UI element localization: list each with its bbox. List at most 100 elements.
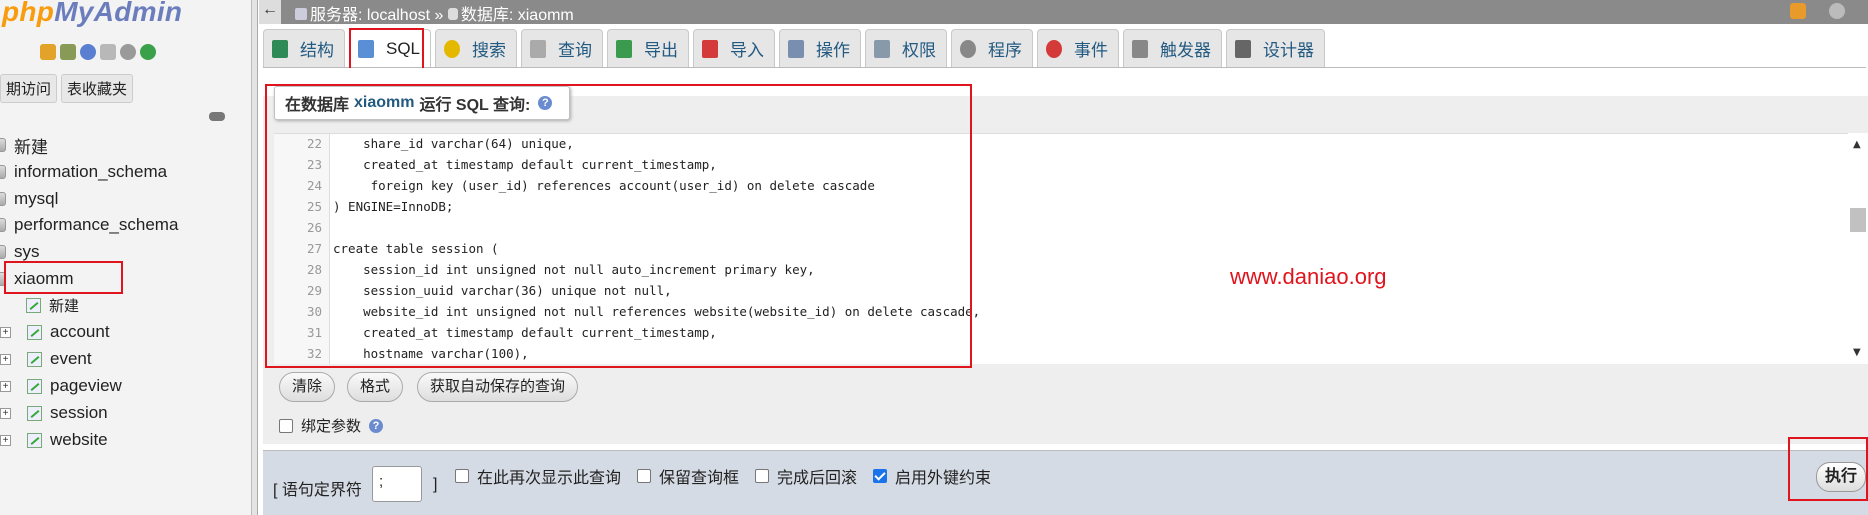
database-icon (0, 218, 6, 232)
tab-routines[interactable]: 程序 (951, 29, 1034, 67)
get-autosaved-query-button[interactable]: 获取自动保存的查询 (417, 372, 579, 402)
help-icon[interactable]: ? (369, 418, 384, 433)
table-icon (27, 351, 42, 367)
show-query-again-option[interactable]: 在此再次显示此查询 (455, 464, 621, 488)
tab-designer[interactable]: 设计器 (1226, 29, 1326, 67)
line-text: website_id int unsigned not null referen… (333, 304, 981, 319)
tab-label: 权限 (902, 41, 937, 60)
table-icon (27, 378, 42, 394)
tab-import[interactable]: 导入 (693, 29, 776, 67)
expand-icon[interactable]: + (0, 434, 11, 446)
go-button[interactable]: 执行 (1816, 462, 1866, 492)
foreign-key-checks-checkbox[interactable] (873, 469, 888, 483)
show-query-again-checkbox[interactable] (455, 469, 469, 483)
breadcrumb-database[interactable]: 数据库: xiaomm (461, 7, 574, 24)
database-icon[interactable] (60, 44, 76, 60)
line-text: session_uuid varchar(36) unique not null… (333, 283, 672, 298)
line-text: foreign key (user_id) references account… (333, 178, 875, 193)
phpmyadmin-logo[interactable]: phpMyAdmin (2, 0, 182, 28)
tab-export[interactable]: 导出 (607, 29, 690, 67)
tab-label: 操作 (816, 41, 851, 60)
format-button[interactable]: 格式 (347, 372, 404, 402)
db-label: performance_schema (14, 215, 179, 234)
foreign-key-checks-option[interactable]: 启用外键约束 (873, 464, 991, 488)
database-icon (0, 165, 6, 179)
delimiter-input[interactable]: ; (372, 466, 422, 502)
privileges-icon (874, 39, 891, 58)
collapse-nav-button[interactable]: ← (259, 0, 281, 24)
breadcrumb-separator: » (434, 7, 444, 24)
table-label: pageview (50, 376, 122, 395)
logo-php: php (2, 0, 55, 27)
help-icon[interactable] (80, 44, 96, 60)
table-website[interactable]: + website (0, 429, 108, 451)
db-label: sys (14, 242, 40, 261)
table-label: session (50, 403, 108, 422)
settings-icon[interactable] (120, 44, 136, 60)
expand-icon[interactable]: + (0, 326, 11, 338)
import-icon (702, 39, 719, 58)
line-number: 23 (306, 157, 322, 172)
code-line: 27 create table session ( (274, 239, 499, 259)
scroll-down-icon[interactable]: ▼ (1853, 347, 1861, 358)
tab-structure[interactable]: 结构 (263, 29, 345, 67)
line-number: 31 (306, 325, 322, 340)
editor-scrollbar[interactable]: ▲ ▼ (1848, 133, 1868, 364)
new-database-item[interactable]: 新建 (0, 134, 48, 157)
new-table-item[interactable]: 新建 (26, 294, 79, 316)
expand-icon[interactable]: + (0, 380, 11, 392)
retain-query-box-checkbox[interactable] (637, 469, 652, 483)
db-performance-schema[interactable]: performance_schema (0, 214, 178, 236)
expand-icon[interactable]: + (0, 407, 11, 419)
db-information-schema[interactable]: information_schema (0, 161, 167, 183)
table-event[interactable]: + event (0, 348, 92, 370)
option-label: 完成后回滚 (777, 470, 858, 487)
gear-icon[interactable] (1829, 3, 1845, 19)
favorites-tab[interactable]: 表收藏夹 (61, 74, 134, 103)
line-text: ) ENGINE=InnoDB; (333, 199, 454, 214)
bind-parameters-checkbox[interactable] (279, 418, 293, 433)
sql-editor[interactable]: 22 share_id varchar(64) unique, 23 create… (274, 133, 1848, 364)
scrollbar-thumb[interactable] (1850, 208, 1866, 232)
help-icon[interactable]: ? (538, 96, 553, 110)
line-text: create table session ( (333, 241, 499, 256)
db-label: mysql (14, 189, 59, 208)
table-label: account (50, 322, 110, 341)
navigation-sidebar: phpMyAdmin 期访问 表收藏夹 新建 information_schem… (0, 0, 258, 515)
retain-query-box-option[interactable]: 保留查询框 (637, 464, 739, 488)
recent-tab[interactable]: 期访问 (0, 74, 58, 103)
structure-icon (272, 39, 288, 58)
table-session[interactable]: + session (0, 402, 108, 424)
tab-triggers[interactable]: 触发器 (1123, 29, 1223, 67)
lock-icon[interactable] (1790, 3, 1806, 19)
tab-label: 查询 (558, 41, 593, 60)
sidebar-resize-handle[interactable] (251, 0, 257, 515)
db-mysql[interactable]: mysql (0, 188, 58, 210)
export-icon (616, 39, 633, 58)
db-xiaomm[interactable]: xiaomm (0, 268, 74, 290)
scroll-up-icon[interactable]: ▲ (1853, 139, 1861, 150)
expand-icon[interactable]: + (0, 353, 11, 365)
link-icon[interactable] (209, 112, 225, 121)
table-label: event (50, 349, 92, 368)
reload-icon[interactable] (140, 44, 156, 60)
rollback-option[interactable]: 完成后回滚 (755, 464, 857, 488)
table-account[interactable]: + account (0, 321, 110, 343)
tab-events[interactable]: 事件 (1037, 29, 1120, 67)
tab-privileges[interactable]: 权限 (865, 29, 948, 67)
tab-search[interactable]: 搜索 (435, 29, 518, 67)
breadcrumb-server[interactable]: 服务器: localhost (310, 7, 430, 24)
docs-icon[interactable] (100, 44, 116, 60)
clear-button[interactable]: 清除 (279, 372, 336, 402)
table-pageview[interactable]: + pageview (0, 375, 122, 397)
tab-operations[interactable]: 操作 (779, 29, 862, 67)
line-text: share_id varchar(64) unique, (333, 136, 574, 151)
bind-parameters-option[interactable]: 绑定参数 ? (279, 415, 384, 436)
rollback-checkbox[interactable] (755, 469, 770, 483)
home-icon[interactable] (40, 44, 56, 60)
tab-sql[interactable]: SQL (349, 29, 432, 67)
tab-query[interactable]: 查询 (521, 29, 604, 67)
code-line: 30 website_id int unsigned not null refe… (274, 302, 980, 322)
tab-label: 设计器 (1263, 41, 1315, 60)
db-sys[interactable]: sys (0, 241, 40, 263)
